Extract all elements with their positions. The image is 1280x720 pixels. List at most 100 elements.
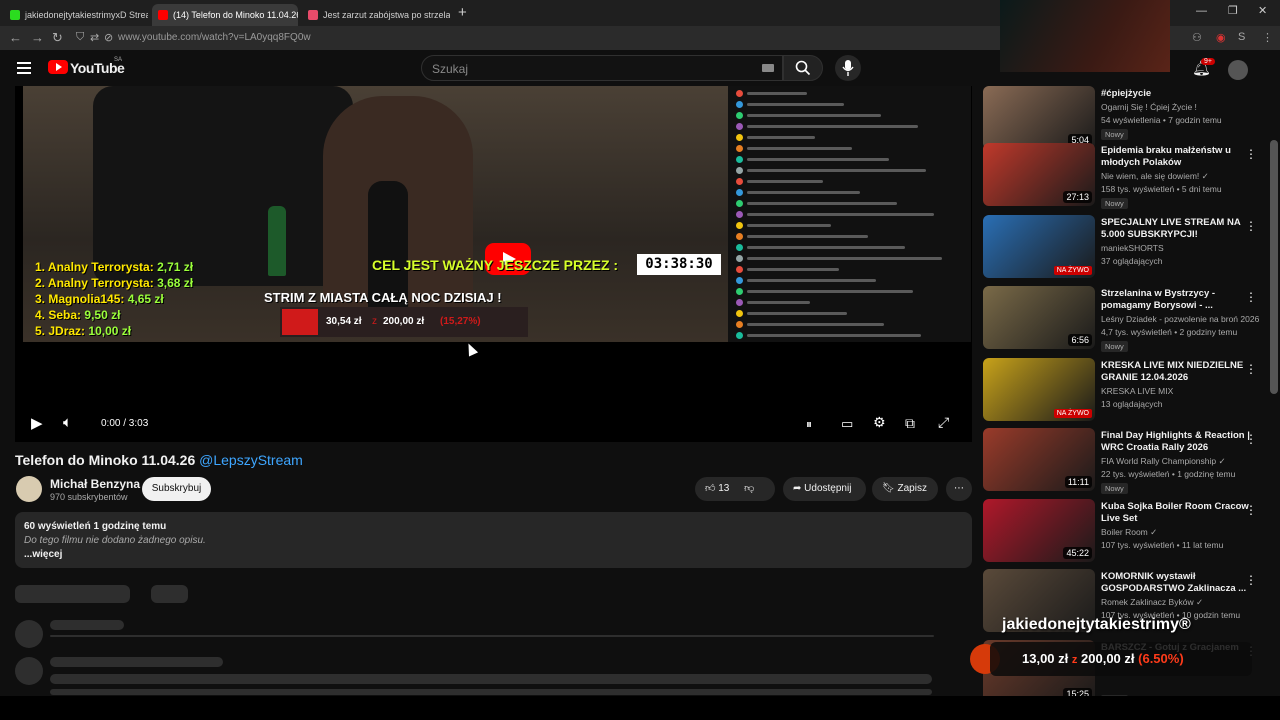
scrollbar[interactable] <box>1270 140 1278 394</box>
save-button[interactable]: 🔖︎ Zapisz <box>872 477 938 501</box>
goal-target: 200,00 zł <box>383 316 425 327</box>
recommended-video-card[interactable]: 45:22 Kuba Sojka Boiler Room Cracow Live … <box>983 499 1273 565</box>
new-tab-button[interactable]: + <box>458 4 467 21</box>
search-button[interactable] <box>783 55 823 81</box>
more-options-icon[interactable]: ⋮ <box>1245 432 1257 446</box>
browser-tab-1[interactable]: jakiedonejtytakiestrimyxD Strea ✕ <box>4 4 148 26</box>
settings-icon[interactable]: ⚙ <box>873 414 886 431</box>
extension-icon[interactable]: ⚇ <box>1192 31 1202 44</box>
goal-current: 30,54 zł <box>326 316 362 327</box>
forward-icon[interactable]: → <box>31 30 44 45</box>
voice-search-button[interactable] <box>835 55 861 81</box>
channel-name[interactable]: Michał Benzyna <box>50 477 140 491</box>
recommended-channel-name[interactable]: maniekSHORTS <box>1101 243 1164 253</box>
recommended-video-title[interactable]: SPECJALNY LIVE STREAM NA 5.000 SUBSKRYPC… <box>1101 217 1251 241</box>
channel-avatar[interactable] <box>16 476 42 502</box>
hamburger-menu-icon[interactable] <box>17 62 31 77</box>
chat-message <box>736 221 831 229</box>
menu-icon[interactable]: ⋮ <box>1262 31 1273 44</box>
recommended-video-title[interactable]: Final Day Highlights & Reaction | WRC Cr… <box>1101 430 1251 454</box>
chat-message <box>736 254 942 262</box>
chat-message <box>736 122 918 130</box>
search-input[interactable]: Szukaj <box>421 55 783 81</box>
miniplayer-icon[interactable]: ⧉ <box>905 415 915 432</box>
recommended-channel-name[interactable]: Ogarnij Się ! Ćpiej Życie ! <box>1101 102 1197 112</box>
play-button[interactable]: ▶ <box>31 414 43 432</box>
close-window-button[interactable]: ✕ <box>1258 4 1267 17</box>
like-button[interactable]: 👍︎ 13 <box>705 483 729 494</box>
show-more-link[interactable]: ...więcej <box>24 549 62 560</box>
more-options-icon[interactable]: ⋮ <box>1245 290 1257 304</box>
more-options-icon[interactable]: ⋮ <box>1245 362 1257 376</box>
video-thumbnail[interactable]: NA ŻYWO <box>983 358 1095 421</box>
channel-handle-link[interactable]: @LepszyStream <box>199 452 303 468</box>
recommended-video-title[interactable]: KRESKA LIVE MIX NIEDZIELNE GRANIE 12.04.… <box>1101 360 1251 384</box>
recommended-video-meta: 37 oglądających <box>1101 256 1163 266</box>
video-thumbnail[interactable]: 45:22 <box>983 499 1095 562</box>
overlay-target: 200,00 zł <box>1081 651 1135 666</box>
url-field[interactable]: www.youtube.com/watch?v=LA0yqq8FQ0w <box>118 32 311 43</box>
minimize-button[interactable]: — <box>1196 5 1207 17</box>
recommended-channel-name[interactable]: Leśny Dziadek - pozwolenie na broń 2026 <box>1101 314 1259 324</box>
video-thumbnail[interactable]: 11:11 <box>983 428 1095 491</box>
shield-icon[interactable]: ⛉ <box>76 31 84 44</box>
more-options-icon[interactable]: ⋮ <box>1245 573 1257 587</box>
extension-icon[interactable]: ◉ <box>1216 31 1226 44</box>
tracking-icon[interactable]: ⊘ <box>104 31 113 44</box>
recommended-video-card[interactable]: 11:11 Final Day Highlights & Reaction | W… <box>983 428 1273 494</box>
recommended-video-title[interactable]: Strzelanina w Bystrzycy - pomagamy Borys… <box>1101 288 1251 312</box>
donor-row: 4. Seba: 9,50 zł <box>35 308 121 322</box>
thumbs-down-icon: 👎︎ <box>744 483 755 494</box>
recommended-video-meta: 22 tys. wyświetleń • 1 godzinę temu <box>1101 469 1236 479</box>
video-thumbnail[interactable]: 6:56 <box>983 286 1095 349</box>
donation-goal-bar: 30,54 zł z 200,00 zł (15,27%) <box>280 307 528 337</box>
live-badge: NA ŻYWO <box>1053 266 1092 275</box>
recommended-video-title[interactable]: Kuba Sojka Boiler Room Cracow Live Set <box>1101 501 1251 525</box>
video-thumbnail[interactable]: 5:04 <box>983 86 1095 149</box>
recommended-video-title[interactable]: KOMORNIK wystawił GOSPODARSTWO Zaklinacz… <box>1101 571 1251 595</box>
recommended-video-card[interactable]: NA ŻYWO KRESKA LIVE MIX NIEDZIELNE GRANIE… <box>983 358 1273 424</box>
video-thumbnail[interactable]: NA ŻYWO <box>983 215 1095 278</box>
stream-chat-overlay <box>728 86 971 342</box>
subtitles-icon[interactable]: ▭ <box>841 416 853 432</box>
account-avatar[interactable] <box>1228 60 1248 80</box>
subscribe-button[interactable]: Subskrybuj <box>142 477 211 501</box>
webcam-overlay <box>1000 0 1170 72</box>
video-thumbnail[interactable]: 27:13 <box>983 143 1095 206</box>
thumbs-up-icon: 👍︎ <box>705 483 716 494</box>
restore-button[interactable]: ❐ <box>1228 4 1238 17</box>
more-options-icon[interactable]: ⋮ <box>1245 219 1257 233</box>
extension-icon[interactable]: S <box>1238 31 1245 43</box>
more-options-icon[interactable]: ⋮ <box>1245 147 1257 161</box>
more-options-icon[interactable]: ⋮ <box>1245 503 1257 517</box>
recommended-channel-name[interactable]: Boiler Room ✓ <box>1101 527 1157 538</box>
recommended-video-card[interactable]: 27:13 Epidemia braku małżeństw u młodych … <box>983 143 1273 209</box>
reload-icon[interactable]: ↻ <box>52 30 63 46</box>
recommended-channel-name[interactable]: Nie wiem, ale się dowiem! ✓ <box>1101 171 1209 182</box>
browser-tab-3[interactable]: Jest zarzut zabójstwa po strzela ✕ <box>302 4 450 26</box>
countdown-timer: 03:38:30 <box>637 254 721 275</box>
description-box[interactable]: 60 wyświetleń 1 godzinę temu Do tego fil… <box>15 512 972 568</box>
recommended-video-meta: 4,7 tys. wyświetleń • 2 godziny temu <box>1101 327 1238 337</box>
chat-message <box>736 287 913 295</box>
chat-message <box>736 155 889 163</box>
site-settings-icon[interactable]: ⇄ <box>90 31 99 44</box>
recommended-video-title[interactable]: #ćpiejżycie <box>1101 88 1251 100</box>
recommended-channel-name[interactable]: KRESKA LIVE MIX <box>1101 386 1173 396</box>
volume-icon[interactable]: 🔈︎ <box>63 414 72 431</box>
keyboard-icon[interactable] <box>762 64 774 72</box>
autoplay-toggle[interactable]: ⏸ <box>806 417 812 432</box>
recommended-channel-name[interactable]: FIA World Rally Championship ✓ <box>1101 456 1226 467</box>
recommended-channel-name[interactable]: Romek Zaklinacz Byków ✓ <box>1101 597 1203 608</box>
back-icon[interactable]: ← <box>9 30 22 45</box>
recommended-video-card[interactable]: NA ŻYWO SPECJALNY LIVE STREAM NA 5.000 SU… <box>983 215 1273 281</box>
recommended-video-card[interactable]: 6:56 Strzelanina w Bystrzycy - pomagamy B… <box>983 286 1273 352</box>
browser-tab-2[interactable]: (14) Telefon do Minoko 11.04.26 ✕ <box>152 4 298 26</box>
recommended-video-title[interactable]: Epidemia braku małżeństw u młodych Polak… <box>1101 145 1251 169</box>
live-badge: NA ŻYWO <box>1053 409 1092 418</box>
fullscreen-icon[interactable]: ⤢ <box>938 414 949 431</box>
more-actions-button[interactable]: ⋯ <box>946 477 972 501</box>
share-button[interactable]: ➦ Udostępnij <box>783 477 866 501</box>
youtube-logo-icon[interactable] <box>48 60 68 74</box>
dislike-button[interactable]: 👎︎ <box>744 483 754 494</box>
